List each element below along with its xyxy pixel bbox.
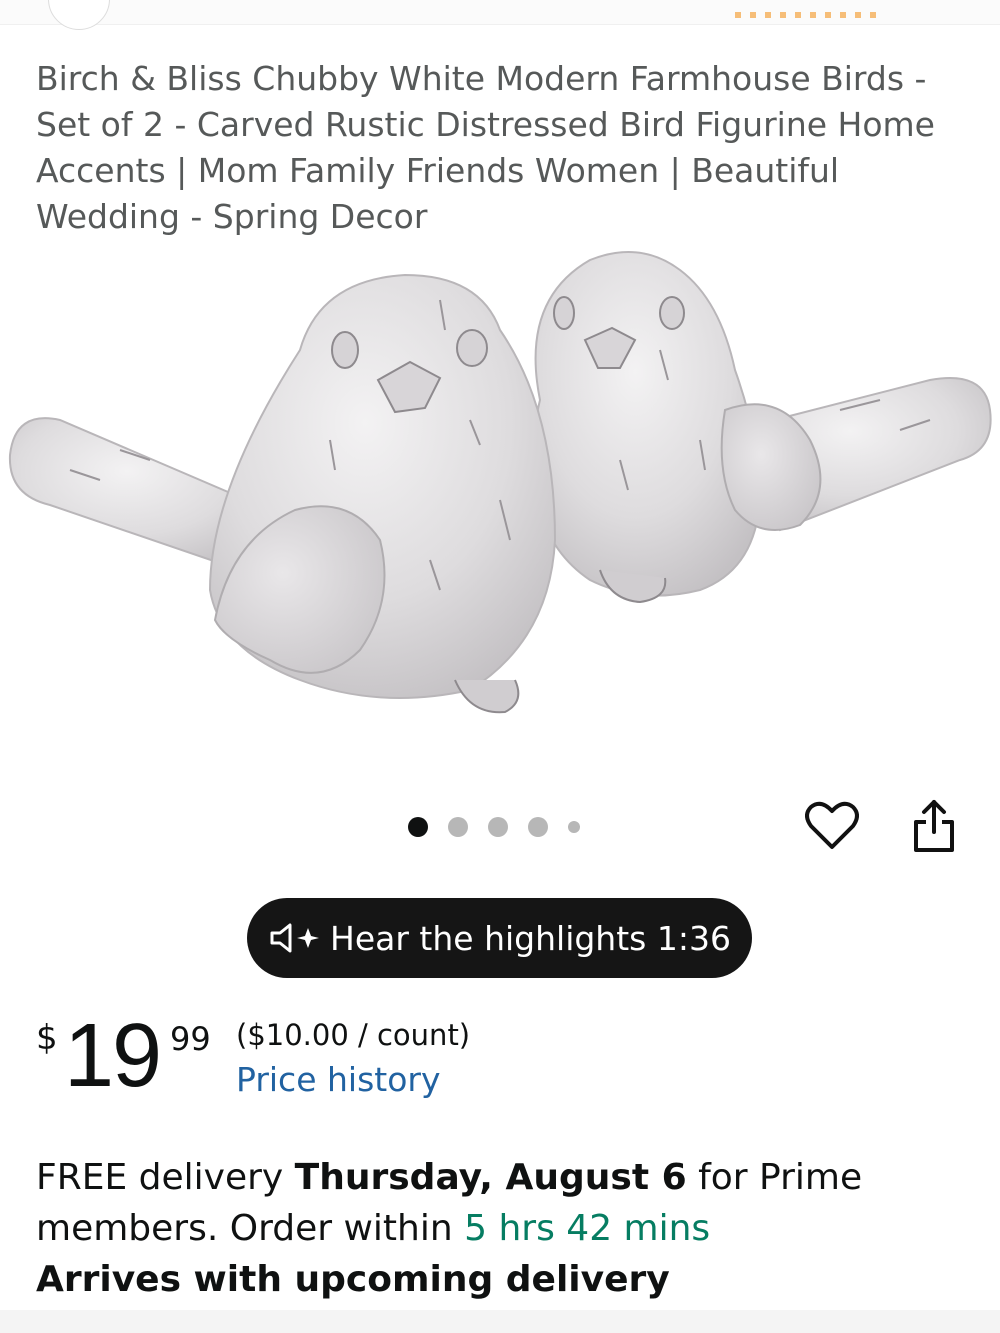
carousel-dot[interactable]	[448, 817, 468, 837]
delivery-prefix: FREE delivery	[36, 1157, 295, 1198]
delivery-message: FREE delivery Thursday, August 6 for Pri…	[36, 1152, 936, 1254]
share-icon	[914, 800, 954, 852]
rating-stars-edge	[735, 12, 885, 18]
wishlist-button[interactable]	[804, 798, 860, 854]
order-countdown: 5 hrs 42 mins	[464, 1208, 711, 1249]
carousel-dot[interactable]	[488, 817, 508, 837]
image-carousel-dots[interactable]	[408, 815, 580, 839]
price-block: $ 19 99 ($10.00 / count) Price history	[36, 1006, 936, 1110]
delivery-date: Thursday, August 6	[294, 1157, 687, 1198]
bird-figurines-illustration	[8, 251, 992, 714]
price-history-link[interactable]: Price history	[236, 1060, 441, 1099]
hear-highlights-button[interactable]: Hear the highlights 1:36	[247, 898, 752, 978]
product-page: Birch & Bliss Chubby White Modern Farmho…	[0, 0, 1000, 1333]
speaker-sparkle-icon	[268, 922, 320, 954]
arrives-note: Arrives with upcoming delivery	[36, 1259, 670, 1300]
heart-icon	[805, 801, 859, 849]
carousel-dot[interactable]	[528, 817, 548, 837]
hear-highlights-label: Hear the highlights 1:36	[330, 918, 731, 958]
product-image[interactable]	[0, 240, 1000, 750]
carousel-dot[interactable]	[568, 821, 580, 833]
cropped-header	[0, 0, 1000, 30]
bottom-bar	[0, 1310, 1000, 1333]
avatar-edge	[48, 0, 110, 30]
right-bird	[532, 251, 992, 604]
share-button[interactable]	[906, 796, 962, 856]
product-title: Birch & Bliss Chubby White Modern Farmho…	[36, 59, 935, 236]
unit-price: ($10.00 / count)	[236, 1018, 471, 1052]
price-currency-symbol: $	[36, 1018, 58, 1058]
price-whole: 19	[64, 1006, 162, 1106]
price-fraction: 99	[170, 1020, 211, 1058]
carousel-dot-active[interactable]	[408, 817, 428, 837]
